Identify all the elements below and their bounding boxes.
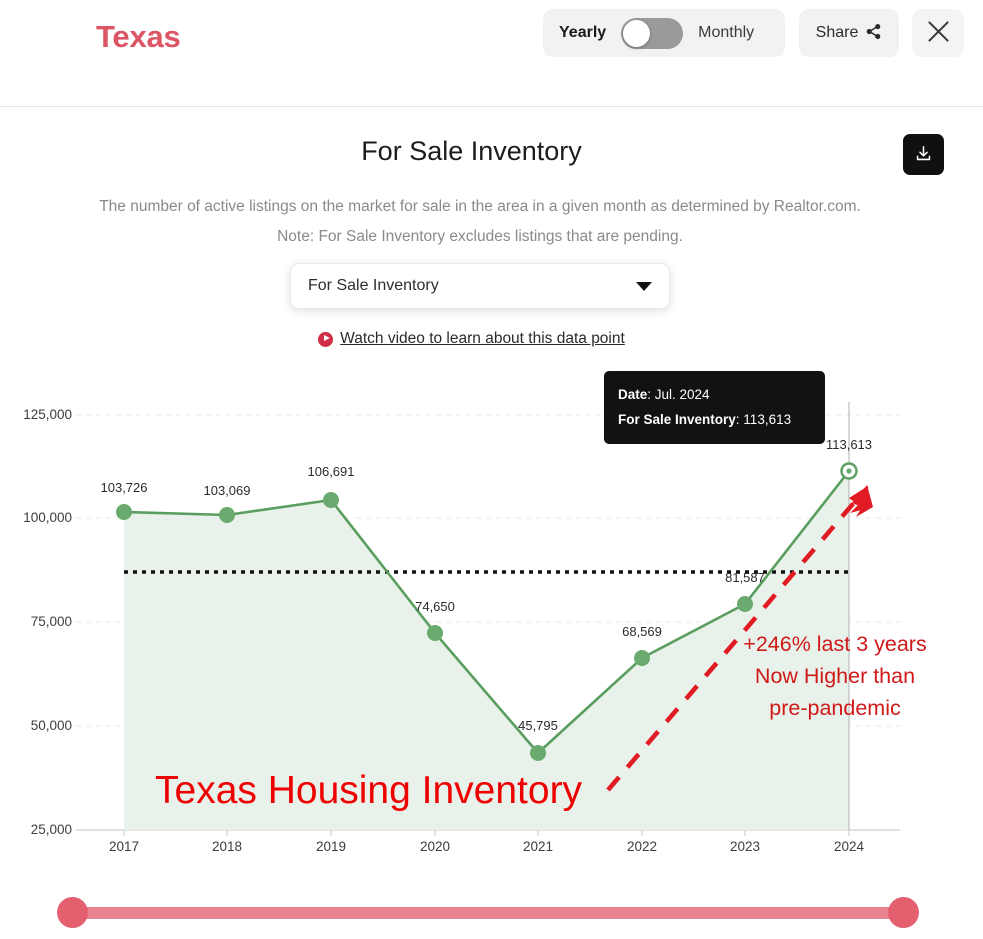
data-point-2019	[323, 492, 339, 508]
share-icon	[865, 23, 882, 43]
y-tick-label: 100,000	[23, 510, 72, 525]
x-tick-label: 2017	[108, 839, 140, 854]
frequency-toggle-switch[interactable]	[621, 17, 684, 49]
data-point-2023	[737, 596, 753, 612]
x-tick-label: 2020	[419, 839, 451, 854]
x-tick-label: 2019	[315, 839, 347, 854]
tooltip-date-key: Date	[618, 387, 648, 402]
frequency-toggle-group[interactable]: Yearly Monthly	[543, 9, 785, 57]
share-button[interactable]: Share	[799, 9, 899, 57]
metric-select-value: For Sale Inventory	[308, 277, 439, 294]
page-title: Texas	[96, 19, 181, 54]
data-point-label: 106,691	[307, 464, 355, 479]
headline-annotation: Texas Housing Inventory	[155, 769, 583, 812]
y-tick-label: 25,000	[30, 822, 72, 837]
metric-select[interactable]: For Sale Inventory	[290, 263, 670, 309]
data-point-label: 45,795	[518, 718, 558, 733]
watch-video-link-label[interactable]: Watch video to learn about this data poi…	[340, 330, 625, 348]
y-tick-label: 75,000	[30, 614, 72, 629]
tooltip-metric-value: : 113,613	[735, 412, 792, 427]
toggle-label-monthly[interactable]: Monthly	[698, 23, 754, 43]
callout-line-3: pre-pandemic	[769, 696, 901, 720]
y-tick-label: 125,000	[23, 407, 72, 422]
chart-description: The number of active listings on the mar…	[99, 198, 861, 245]
chart-title: For Sale Inventory	[361, 136, 582, 166]
y-tick-label: 50,000	[30, 718, 72, 733]
range-start-handle[interactable]	[57, 897, 88, 928]
chart-modal: Texas Yearly Monthly Share For Sale Inve…	[0, 0, 983, 939]
data-point-2022	[634, 650, 650, 666]
callout-line-2: Now Higher than	[754, 664, 916, 688]
download-button[interactable]	[903, 134, 944, 175]
callout-line-1: +246% last 3 years	[743, 632, 927, 656]
toggle-label-yearly[interactable]: Yearly	[559, 23, 606, 43]
watch-video-link[interactable]: Watch video to learn about this data poi…	[0, 330, 943, 348]
x-tick-label: 2022	[626, 839, 658, 854]
x-tick-label: 2018	[211, 839, 243, 854]
modal-header: Texas Yearly Monthly Share	[0, 0, 983, 107]
chevron-down-icon	[636, 281, 652, 291]
close-button[interactable]	[912, 9, 964, 57]
data-point-label: 81,587	[725, 570, 765, 585]
data-point-label: 68,569	[622, 624, 662, 639]
data-point-2021	[530, 745, 546, 761]
share-button-label: Share	[815, 24, 859, 41]
range-slider-track[interactable]	[67, 907, 909, 919]
range-end-handle[interactable]	[888, 897, 919, 928]
data-point-2024-center	[846, 468, 852, 474]
x-tick-label: 2023	[729, 839, 761, 854]
play-circle-icon	[318, 331, 334, 347]
data-point-label: 74,650	[415, 599, 455, 614]
x-tick-label: 2024	[833, 839, 865, 854]
download-icon	[914, 144, 933, 166]
tooltip-date-row: Date: Jul. 2024	[618, 382, 811, 407]
data-point-label: 103,726	[100, 480, 148, 495]
date-range-slider[interactable]	[57, 896, 919, 930]
data-point-2020	[427, 625, 443, 641]
close-icon	[924, 17, 953, 49]
x-tick-label: 2021	[522, 839, 554, 854]
toggle-knob	[623, 19, 651, 47]
tooltip-metric-row: For Sale Inventory: 113,613	[618, 407, 811, 432]
callout-annotation: +246% last 3 years Now Higher than pre-p…	[700, 628, 970, 724]
tooltip-metric-key: For Sale Inventory	[618, 412, 736, 427]
data-point-label: 103,069	[203, 483, 251, 498]
tooltip-date-value: : Jul. 2024	[647, 387, 710, 402]
x-tick-marks	[123, 830, 850, 836]
chart-tooltip: Date: Jul. 2024 For Sale Inventory: 113,…	[604, 371, 825, 444]
data-point-2018	[219, 507, 235, 523]
data-point-2017	[116, 504, 132, 520]
